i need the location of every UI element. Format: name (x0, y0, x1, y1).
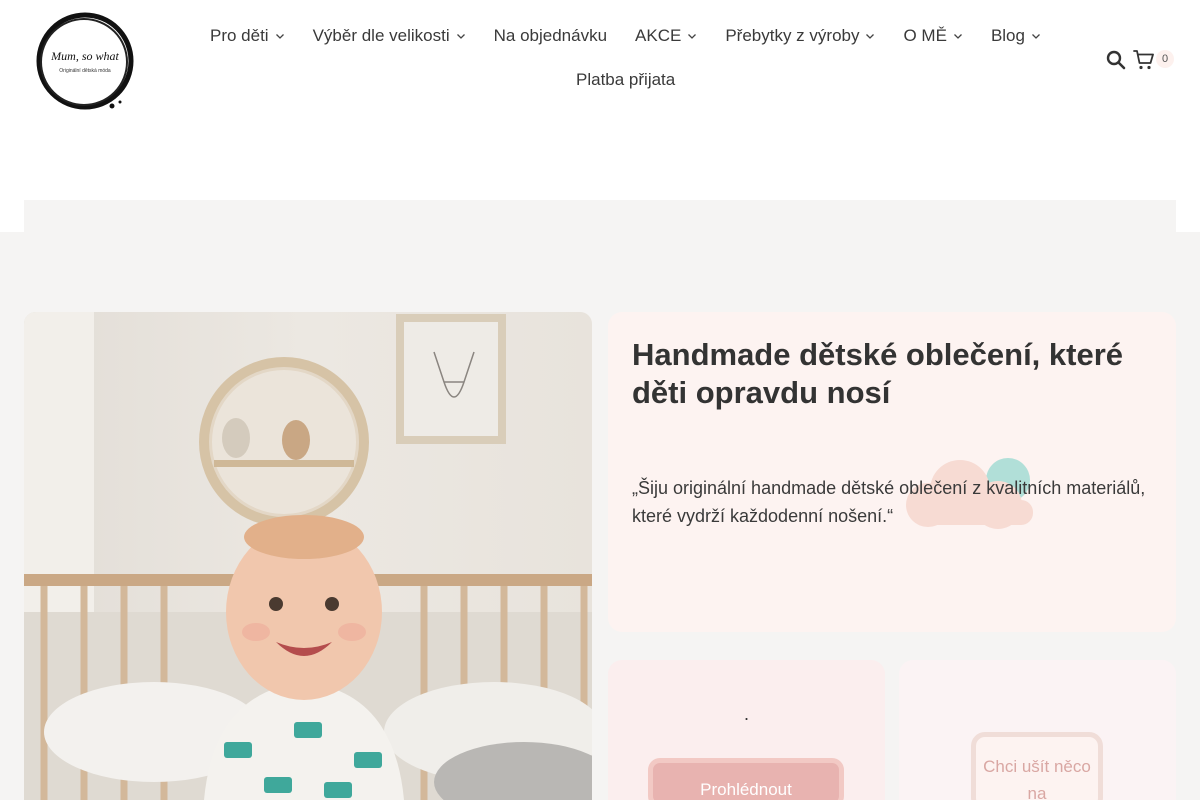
nav-item-label: Přebytky z výroby (725, 26, 860, 45)
chevron-down-icon (866, 34, 875, 39)
main-nav: Pro děti Výběr dle velikosti Na objednávku… (196, 22, 1055, 50)
search-icon[interactable] (1106, 50, 1126, 70)
nav-item-platba-prijata[interactable]: Platba přijata (576, 70, 675, 90)
hero-text-card: Handmade dětské oblečení, které děti opr… (608, 312, 1176, 632)
custom-order-button[interactable]: Chci ušít něco na (971, 732, 1103, 800)
cta-dot: . (744, 704, 750, 724)
nav-item-label: Na objednávku (493, 26, 608, 45)
hero-title: Handmade dětské oblečení, které děti opr… (632, 337, 1124, 410)
chevron-down-icon (456, 34, 465, 39)
browse-button[interactable]: Prohlédnout (648, 758, 844, 800)
site-header: Mum, so what Originální dětská móda Pro … (0, 0, 1200, 200)
nav-item-5[interactable]: O MĚ (889, 22, 976, 50)
cta-card-custom-order: Chci ušít něco na (899, 660, 1176, 800)
nav-item-4[interactable]: Přebytky z výroby (711, 22, 889, 50)
nav-item-label: Blog (990, 26, 1025, 45)
nav-item-label: Pro děti (210, 26, 269, 45)
cart-icon[interactable] (1133, 49, 1155, 71)
brand-logo[interactable]: Mum, so what Originální dětská móda (32, 8, 138, 114)
svg-text:Mum, so what: Mum, so what (50, 49, 119, 63)
chevron-down-icon (275, 34, 284, 39)
nav-item-3[interactable]: AKCE (621, 22, 711, 50)
nav-item-label: AKCE (635, 26, 682, 45)
nav-item-1[interactable]: Výběr dle velikosti (299, 22, 480, 50)
nav-item-6[interactable]: Blog (977, 22, 1055, 50)
svg-text:Originální dětská móda: Originální dětská móda (59, 68, 111, 74)
cta-card-browse: . Prohlédnout (608, 660, 885, 800)
chevron-down-icon (688, 34, 697, 39)
hero-baby-photo (24, 312, 592, 800)
nav-item-2[interactable]: Na objednávku (480, 22, 621, 50)
hero-quote: „Šiju originální handmade dětské oblečen… (632, 478, 1146, 526)
nav-item-label: Výběr dle velikosti (312, 26, 450, 45)
nav-item-0[interactable]: Pro děti (196, 22, 299, 50)
cart-count-badge: 0 (1156, 50, 1174, 68)
chevron-down-icon (1032, 34, 1040, 39)
chevron-down-icon (953, 34, 962, 39)
nav-item-label: O MĚ (903, 26, 947, 45)
